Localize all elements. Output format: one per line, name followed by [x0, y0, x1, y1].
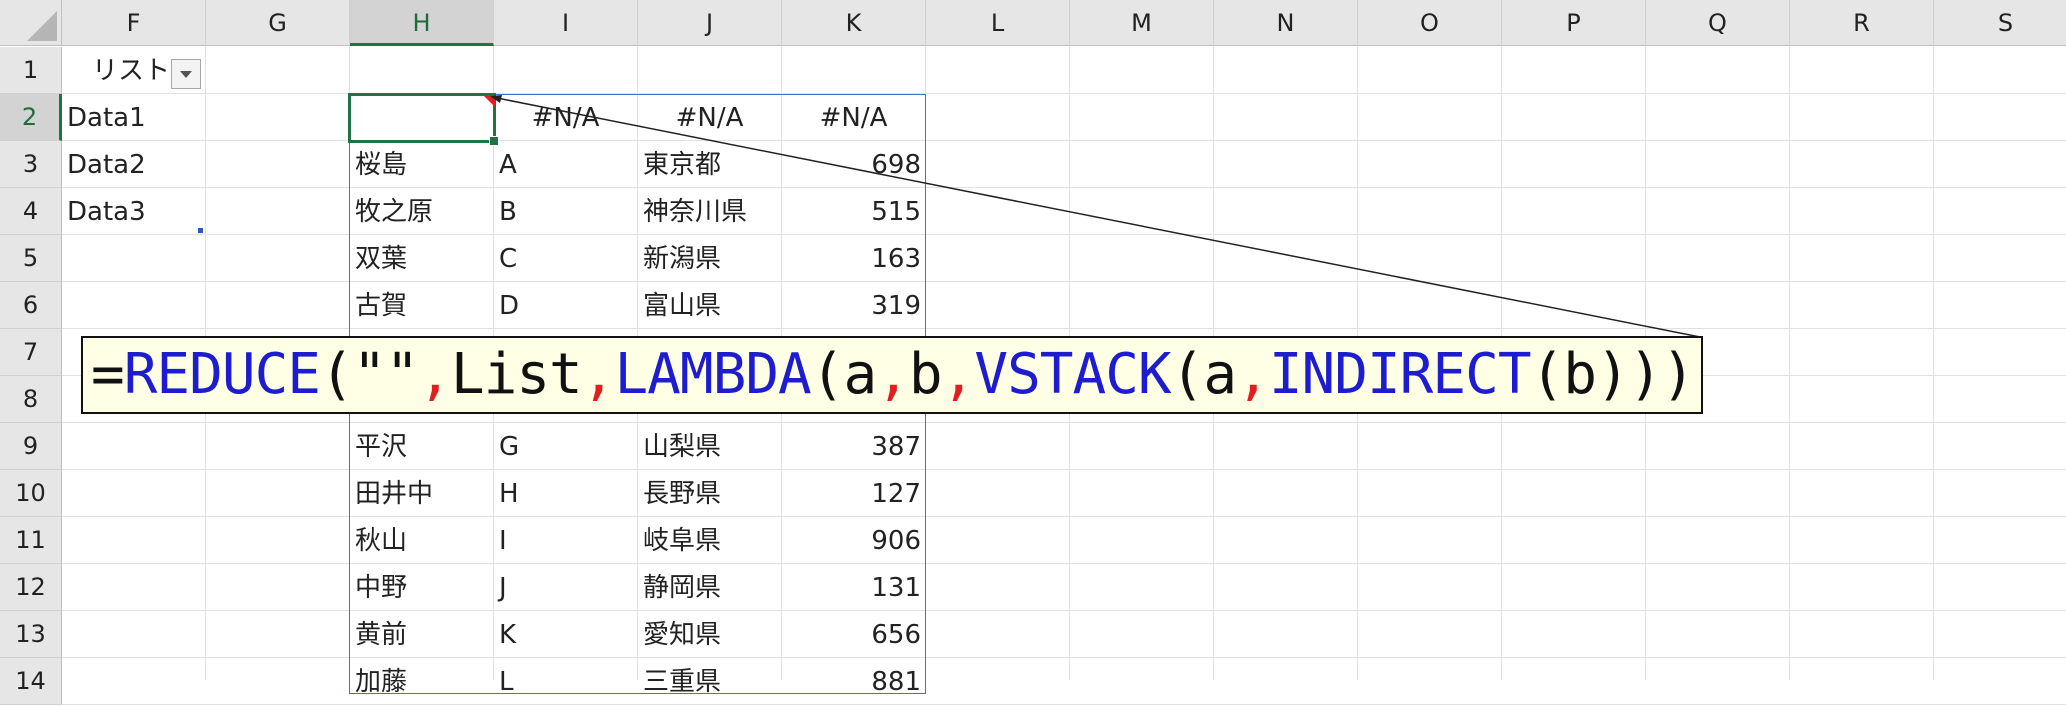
row-header-5[interactable]: 5: [0, 235, 62, 282]
active-cell-border: [348, 93, 496, 143]
row-header-8[interactable]: 8: [0, 376, 62, 423]
column-header-j[interactable]: J: [638, 0, 782, 46]
column-header-o[interactable]: O: [1358, 0, 1502, 46]
row-header-3[interactable]: 3: [0, 141, 62, 188]
formula-part: List: [450, 342, 583, 407]
formula-part: b: [908, 342, 943, 407]
column-header-p[interactable]: P: [1502, 0, 1646, 46]
formula-comment-note[interactable]: =REDUCE("",List,LAMBDA(a,b,VSTACK(a,INDI…: [81, 336, 1703, 414]
row-header-11[interactable]: 11: [0, 517, 62, 564]
row-header-9[interactable]: 9: [0, 423, 62, 470]
formula-fn-lambda: LAMBDA: [614, 342, 811, 407]
formula-fn-reduce: REDUCE: [123, 342, 321, 407]
row-header-2[interactable]: 2: [0, 94, 62, 141]
comment-indicator-icon[interactable]: [483, 95, 495, 107]
formula-separator: ,: [1236, 342, 1270, 407]
formula-separator: ,: [581, 342, 616, 407]
row-header-4[interactable]: 4: [0, 188, 62, 235]
formula-separator: ,: [876, 342, 910, 407]
row-header-1[interactable]: 1: [0, 47, 62, 94]
column-header-m[interactable]: M: [1070, 0, 1214, 46]
chevron-down-icon: [180, 71, 192, 78]
column-header-h[interactable]: H: [350, 0, 494, 46]
column-header-l[interactable]: L: [926, 0, 1070, 46]
formula-part: ("": [320, 342, 419, 407]
column-gridline: [1789, 46, 1790, 680]
column-header-q[interactable]: Q: [1646, 0, 1790, 46]
row-header-12[interactable]: 12: [0, 564, 62, 611]
formula-part: (a: [810, 342, 877, 407]
row-header-10[interactable]: 10: [0, 470, 62, 517]
table-resize-handle[interactable]: [198, 228, 203, 233]
formula-separator: ,: [418, 342, 452, 407]
list-item-data2[interactable]: Data2: [67, 142, 146, 189]
select-all-corner[interactable]: [0, 0, 62, 46]
column-header-i[interactable]: I: [494, 0, 638, 46]
row-header-14[interactable]: 14: [0, 658, 62, 705]
column-header-s[interactable]: S: [1934, 0, 2066, 46]
column-header-g[interactable]: G: [206, 0, 350, 46]
column-header-r[interactable]: R: [1790, 0, 1934, 46]
formula-fn-indirect: INDIRECT: [1268, 342, 1532, 407]
fill-handle[interactable]: [489, 136, 499, 146]
formula-equals: =: [91, 342, 125, 407]
formula-part: (a: [1170, 342, 1237, 407]
list-item-data3[interactable]: Data3: [67, 189, 146, 236]
column-header-f[interactable]: F: [62, 0, 206, 46]
row-header-6[interactable]: 6: [0, 282, 62, 329]
list-header-cell[interactable]: リスト: [92, 48, 170, 95]
formula-part: (b)))): [1530, 342, 1701, 407]
filter-dropdown-button[interactable]: [171, 59, 201, 89]
column-header-k[interactable]: K: [782, 0, 926, 46]
row-header-7[interactable]: 7: [0, 329, 62, 376]
formula-separator: ,: [941, 342, 976, 407]
formula-fn-vstack: VSTACK: [974, 342, 1171, 407]
list-item-data1[interactable]: Data1: [67, 95, 146, 142]
column-gridline: [1933, 46, 1934, 680]
column-header-n[interactable]: N: [1214, 0, 1358, 46]
row-header-13[interactable]: 13: [0, 611, 62, 658]
